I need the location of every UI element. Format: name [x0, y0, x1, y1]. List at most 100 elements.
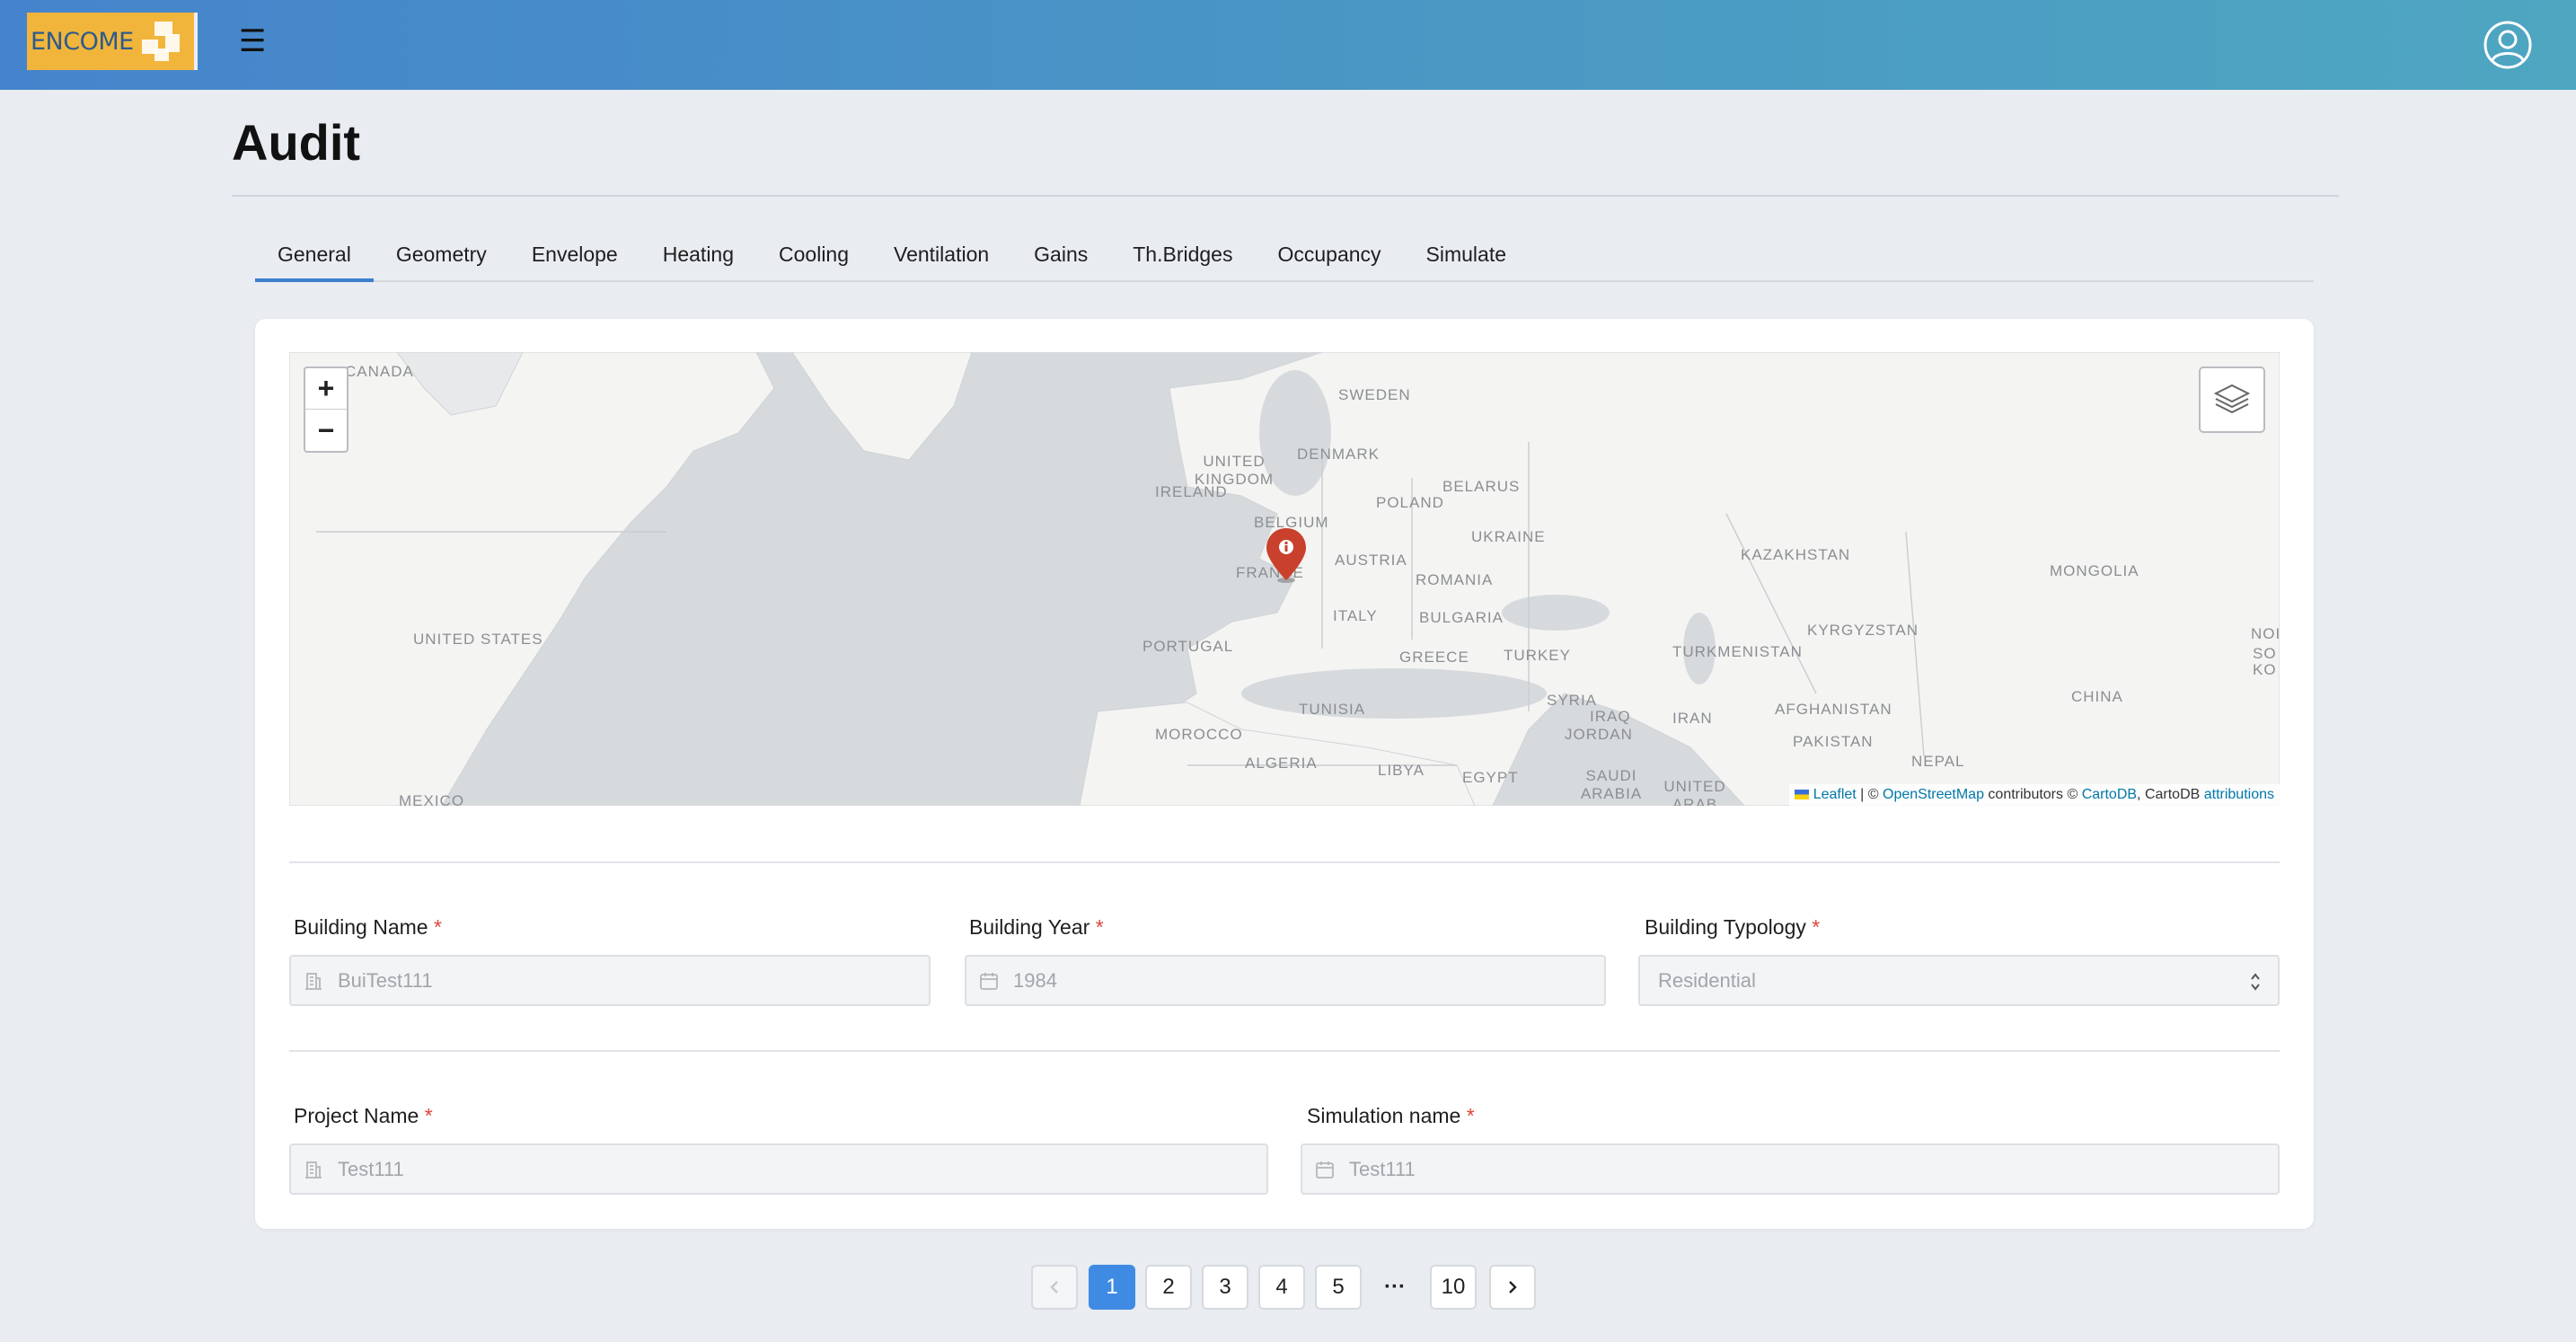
tab-bar: General Geometry Envelope Heating Coolin… [255, 232, 2314, 282]
map-label: MOROCCO [1155, 726, 1243, 743]
label-text: Building Typology [1645, 915, 1806, 939]
map-label: SO [2253, 645, 2277, 662]
map-label: JORDAN [1565, 726, 1633, 743]
simulation-name-field[interactable]: Test111 [1301, 1143, 2280, 1195]
tab-heating[interactable]: Heating [640, 232, 756, 282]
required-mark: * [433, 915, 442, 939]
map-label: SWEDEN [1338, 386, 1411, 403]
map-label: UNITED ARAB [1663, 778, 1726, 806]
page-button-3[interactable]: 3 [1202, 1265, 1248, 1310]
page-button-1[interactable]: 1 [1089, 1265, 1135, 1310]
project-name-value: Test111 [338, 1157, 404, 1180]
required-mark: * [1812, 915, 1821, 939]
tab-general[interactable]: General [255, 232, 374, 282]
attrib-text: contributors © [1983, 787, 2082, 802]
map-label: ITALY [1333, 607, 1378, 624]
attrib-text: , CartoDB [2137, 787, 2204, 802]
layers-icon [2213, 384, 2251, 414]
top-bar: ENCOME ☰ [0, 0, 2576, 90]
building-name-value: BuiTest111 [338, 968, 433, 992]
building-year-field[interactable]: 1984 [965, 955, 1606, 1006]
map-label: DENMARK [1297, 446, 1381, 463]
tab-occupancy[interactable]: Occupancy [1255, 232, 1403, 282]
leaflet-link[interactable]: Leaflet [1813, 787, 1857, 802]
map-label: TUNISIA [1299, 701, 1366, 718]
map-label: BELARUS [1442, 478, 1521, 495]
map-label: SYRIA [1547, 692, 1598, 709]
building-name-label: Building Name * [294, 915, 442, 940]
building-typology-value: Residential [1658, 968, 1756, 992]
layers-button[interactable] [2199, 366, 2265, 433]
prev-page-button[interactable] [1031, 1265, 1078, 1310]
map-label: AFGHANISTAN [1775, 701, 1892, 718]
project-name-label: Project Name * [294, 1104, 433, 1128]
zoom-out-button[interactable]: − [305, 410, 347, 451]
tab-ventilation[interactable]: Ventilation [871, 232, 1011, 282]
building-typology-select[interactable]: Residential [1638, 955, 2280, 1006]
page-button-5[interactable]: 5 [1315, 1265, 1362, 1310]
map-label: UNITED STATES [413, 631, 543, 649]
tab-simulate[interactable]: Simulate [1404, 232, 1529, 282]
logo[interactable]: ENCOME [27, 13, 198, 70]
page-button-10[interactable]: 10 [1430, 1265, 1477, 1310]
attributions-link[interactable]: attributions [2204, 787, 2274, 802]
map-label: MEXICO [399, 792, 465, 806]
tab-geometry[interactable]: Geometry [374, 232, 509, 282]
cartodb-link[interactable]: CartoDB [2082, 787, 2137, 802]
map-attribution: Leaflet | © OpenStreetMap contributors ©… [1789, 784, 2280, 806]
general-form-card: CANADA UNITED STATES MEXICO SWEDEN UNITE… [255, 319, 2314, 1229]
building-year-label: Building Year * [969, 915, 1104, 940]
map-label: EGYPT [1462, 769, 1519, 786]
simulation-name-label: Simulation name * [1307, 1104, 1475, 1128]
map-label: UKRAINE [1471, 528, 1546, 545]
logo-text: ENCOME [31, 27, 134, 56]
label-text: Project Name [294, 1104, 419, 1127]
page-button-4[interactable]: 4 [1258, 1265, 1305, 1310]
map-label: PAKISTAN [1793, 733, 1874, 750]
map-label: KYRGYZSTAN [1807, 622, 1919, 639]
zoom-in-button[interactable]: + [305, 368, 347, 410]
calendar-icon [980, 972, 998, 990]
osm-link[interactable]: OpenStreetMap [1883, 787, 1984, 802]
label-text: Simulation name [1307, 1104, 1461, 1127]
map-label: AUSTRIA [1335, 552, 1407, 569]
divider [289, 861, 2280, 863]
zoom-control: + − [304, 366, 348, 453]
map-label: KO [2253, 661, 2277, 678]
map-label-text: UNITED STATES [413, 631, 543, 648]
simulation-name-value: Test111 [1349, 1157, 1416, 1180]
map-label: LIBYA [1378, 762, 1425, 779]
required-mark: * [1466, 1104, 1475, 1127]
tab-envelope[interactable]: Envelope [509, 232, 640, 282]
map-label: ROMANIA [1416, 571, 1494, 588]
logo-blocks-icon [142, 22, 181, 61]
chevron-updown-icon [2251, 973, 2260, 991]
tab-th-bridges[interactable]: Th.Bridges [1110, 232, 1255, 282]
map-label: IRAN [1672, 710, 1713, 727]
tab-gains[interactable]: Gains [1011, 232, 1110, 282]
map-label: ALGERIA [1245, 755, 1318, 772]
divider [289, 1050, 2280, 1052]
calendar-icon [1316, 1161, 1334, 1179]
project-name-field[interactable]: Test111 [289, 1143, 1268, 1195]
location-map[interactable]: CANADA UNITED STATES MEXICO SWEDEN UNITE… [289, 352, 2280, 806]
label-text: Building Year [969, 915, 1090, 939]
chevron-left-icon [1050, 1281, 1058, 1293]
label-text: Building Name [294, 915, 428, 939]
building-name-field[interactable]: BuiTest111 [289, 955, 931, 1006]
map-label: TURKEY [1504, 647, 1571, 664]
next-page-button[interactable] [1489, 1265, 1536, 1310]
pagination-ellipsis[interactable]: ··· [1372, 1265, 1418, 1310]
user-circle-icon[interactable] [2483, 20, 2533, 70]
tab-cooling[interactable]: Cooling [756, 232, 871, 282]
ukraine-flag-icon [1795, 790, 1810, 800]
map-label: MONGOLIA [2050, 562, 2139, 579]
map-marker-icon[interactable] [1265, 526, 1308, 584]
page-title: Audit [232, 114, 361, 171]
map-label: IRAQ [1590, 708, 1631, 725]
required-mark: * [1095, 915, 1104, 939]
title-divider [232, 195, 2339, 197]
map-label: NEPAL [1911, 753, 1965, 770]
hamburger-icon[interactable]: ☰ [239, 23, 266, 59]
page-button-2[interactable]: 2 [1145, 1265, 1192, 1310]
